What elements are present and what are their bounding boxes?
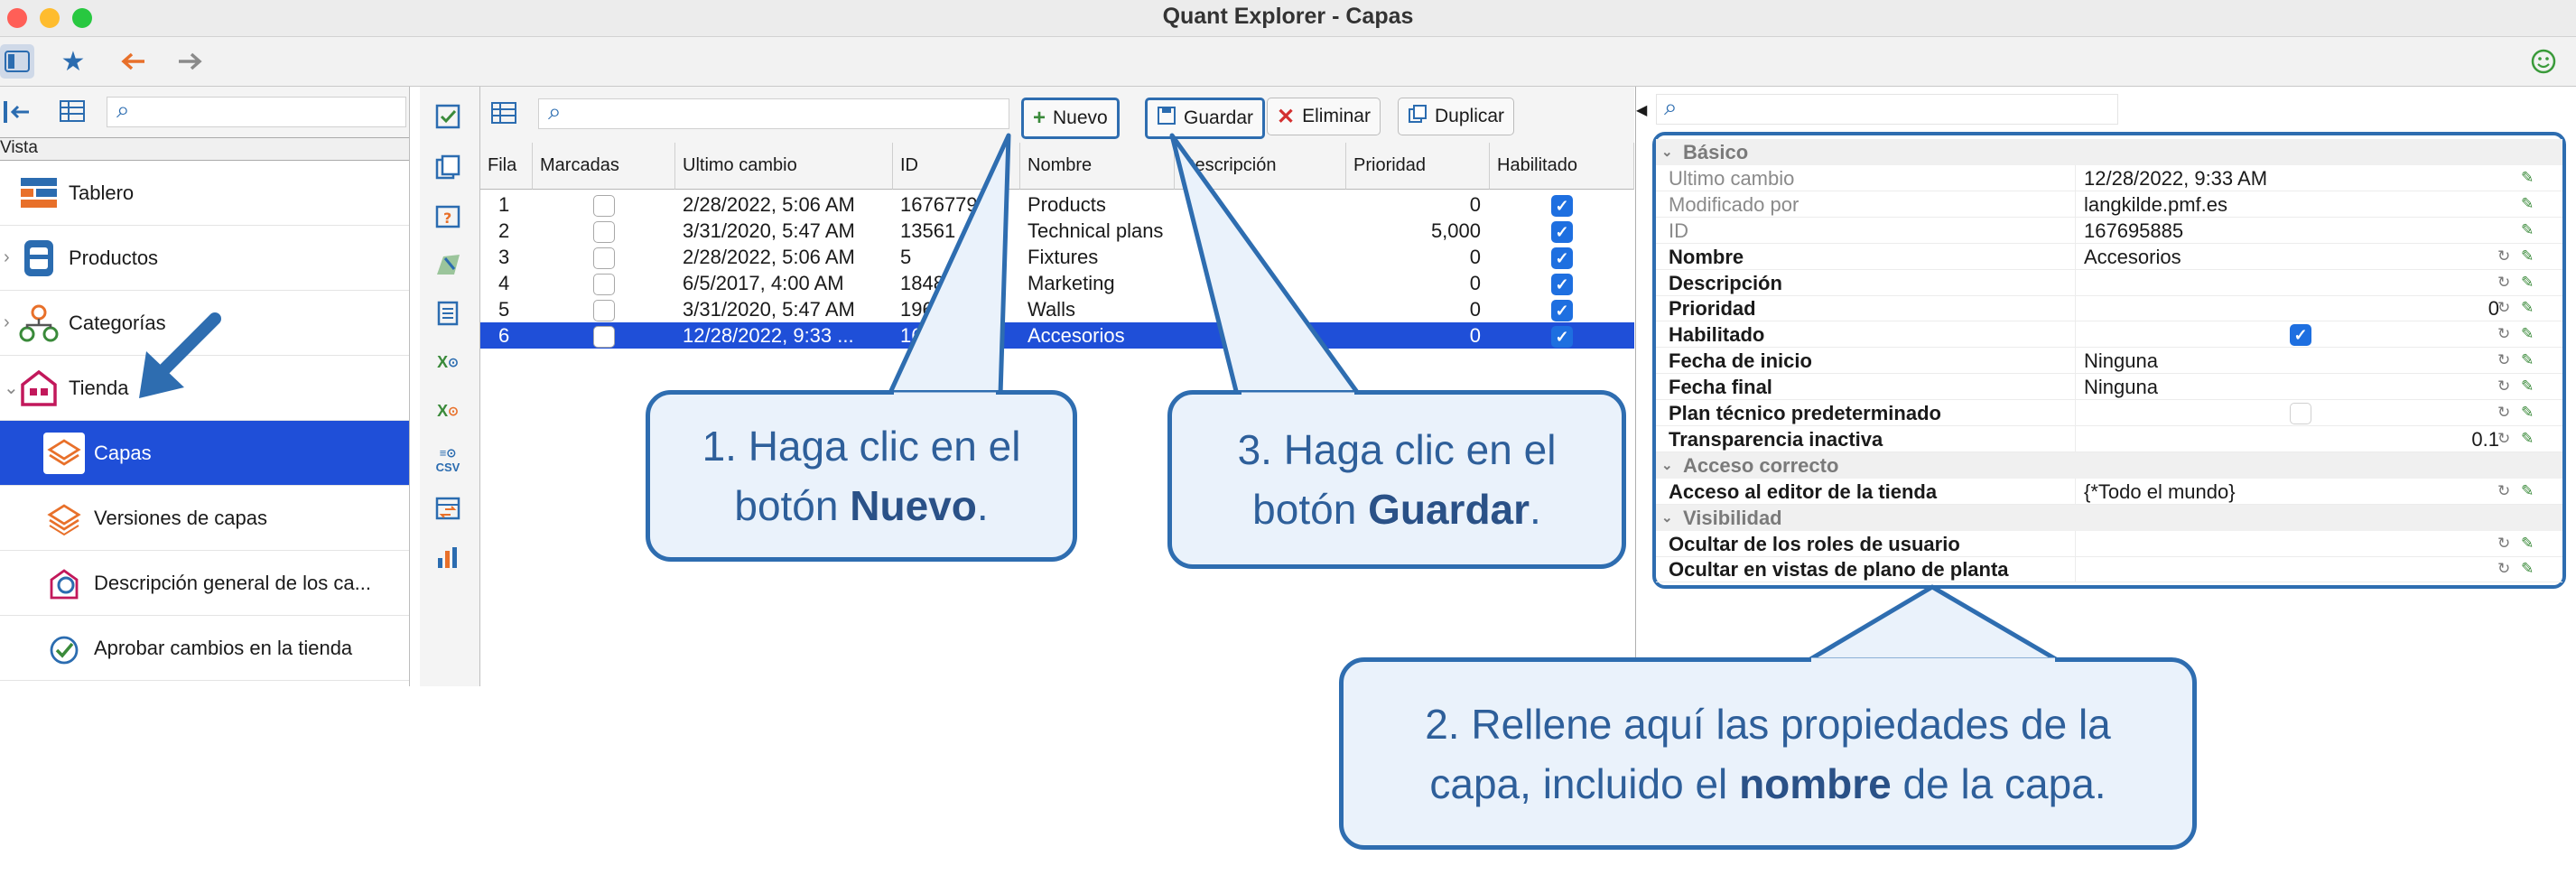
- arrow-pointer-icon: [139, 312, 221, 398]
- callout-pointer-joins: [894, 392, 2055, 665]
